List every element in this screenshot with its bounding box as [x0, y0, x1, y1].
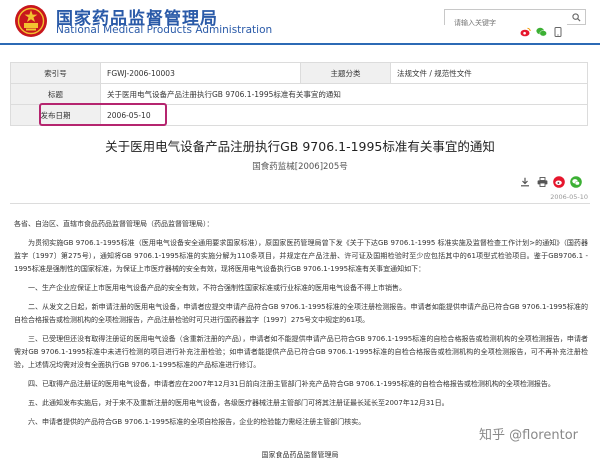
meta-value-category: 法规文件 / 规范性文件	[390, 62, 588, 84]
weibo-icon[interactable]	[520, 27, 531, 37]
wechat-share-icon[interactable]	[570, 176, 582, 188]
table-row: 索引号 FGWJ-2006-10003 主题分类 法规文件 / 规范性文件	[10, 62, 588, 84]
site-subtitle: National Medical Products Administration	[56, 24, 273, 36]
paragraph: 四、已取得产品注册证的医用电气设备，申请者应在2007年12月31日前向注册主管…	[28, 380, 555, 388]
site-header: 国家药品监督管理局 National Medical Products Admi…	[0, 0, 600, 42]
meta-label-title: 标题	[10, 83, 101, 105]
paragraph: 二、从发文之日起，新申请注册的医用电气设备，申请者应提交申请产品符合GB 970…	[14, 303, 588, 324]
print-icon[interactable]	[536, 176, 548, 188]
publish-date: 2006-05-10	[550, 193, 588, 201]
weibo-share-icon[interactable]	[553, 176, 565, 188]
article-body: 各省、自治区、直辖市食品药品监督管理局（药品监督管理局）： 为贯彻实施GB 97…	[14, 218, 588, 435]
paragraph: 一、生产企业应保证上市医用电气设备产品的安全有效，不符合强制性国家标准或行业标准…	[28, 284, 406, 292]
national-emblem-icon	[15, 5, 47, 37]
salutation: 各省、自治区、直辖市食品药品监督管理局（药品监督管理局）：	[14, 220, 214, 228]
meta-value-date: 2006-05-10	[100, 104, 588, 126]
wechat-icon[interactable]	[536, 27, 547, 37]
table-row: 标题 关于医用电气设备产品注册执行GB 9706.1-1995标准有关事宜的通知	[10, 83, 588, 105]
mobile-icon[interactable]	[552, 27, 563, 37]
article-divider	[10, 203, 590, 204]
meta-value-index: FGWJ-2006-10003	[100, 62, 301, 84]
document-number: 国食药监械[2006]205号	[252, 162, 348, 172]
signature: 国家食品药品监督管理局	[261, 451, 339, 459]
paragraph: 五、此通知发布实施后，对于来不及重新注册的医用电气设备，各级医疗器械注册主管部门…	[28, 399, 449, 407]
search-box	[444, 9, 586, 30]
download-icon[interactable]	[519, 176, 531, 188]
meta-label-index: 索引号	[10, 62, 101, 84]
search-button[interactable]	[567, 10, 585, 24]
date-highlight-box	[39, 103, 167, 126]
header-divider	[0, 43, 600, 45]
paragraph: 三、已受理但还没有取得注册证的医用电气设备（含重新注册的产品），申请者如不能提供…	[14, 335, 588, 369]
social-links	[520, 27, 563, 37]
search-icon	[571, 12, 581, 22]
meta-value-title: 关于医用电气设备产品注册执行GB 9706.1-1995标准有关事宜的通知	[100, 83, 588, 105]
article-tools	[519, 176, 582, 188]
watermark: 知乎 @florentor	[479, 428, 578, 443]
article-title: 关于医用电气设备产品注册执行GB 9706.1-1995标准有关事宜的通知	[105, 139, 495, 154]
meta-label-category: 主题分类	[300, 62, 391, 84]
paragraph: 为贯彻实施GB 9706.1-1995标准（医用电气设备安全通用要求国家标准），…	[14, 239, 588, 273]
